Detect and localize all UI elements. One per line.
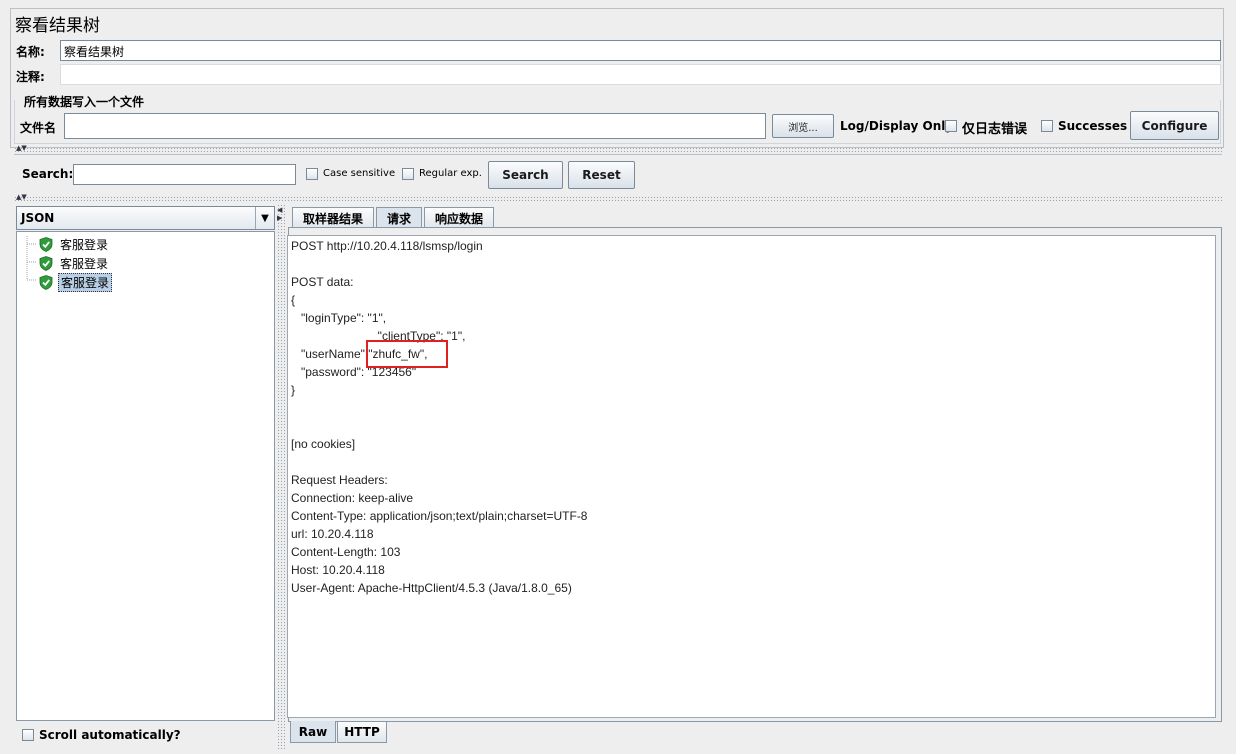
scroll-auto-checkbox[interactable] <box>22 729 34 741</box>
request-line: User-Agent: Apache-HttpClient/4.5.3 (Jav… <box>291 581 572 595</box>
splitter-vertical[interactable] <box>277 204 285 750</box>
splitter-top[interactable] <box>14 147 1222 153</box>
successes-checkbox[interactable] <box>1041 120 1053 132</box>
renderer-select-value: JSON <box>21 211 55 225</box>
comment-input[interactable] <box>60 64 1221 85</box>
request-line <box>291 453 1212 471</box>
request-line: { <box>291 293 296 307</box>
bottom-tab-1[interactable]: HTTP <box>337 721 387 743</box>
highlight-box <box>366 340 448 368</box>
tree-item[interactable]: 客服登录 <box>39 235 110 253</box>
tree-item[interactable]: 客服登录 <box>39 272 113 292</box>
chevron-down-icon[interactable]: ▼ <box>255 207 274 229</box>
configure-button[interactable]: Configure <box>1130 111 1219 140</box>
bottom-tab-0[interactable]: Raw <box>290 721 336 743</box>
case-sensitive-checkbox[interactable] <box>306 168 318 180</box>
search-input[interactable] <box>73 164 296 185</box>
tab-1[interactable]: 请求 <box>376 207 422 228</box>
case-sensitive-label: Case sensitive <box>323 168 396 179</box>
file-group-title: 所有数据写入一个文件 <box>22 93 147 110</box>
request-line: } <box>291 383 296 397</box>
request-line: POST data: <box>291 275 354 289</box>
search-button[interactable]: Search <box>488 161 563 189</box>
collapse-left-icon[interactable]: ◀ ▶ <box>277 206 282 222</box>
tree-item-label: 客服登录 <box>60 256 109 271</box>
request-line: url: 10.20.4.118 <box>291 527 374 541</box>
request-line: Host: 10.20.4.118 <box>291 563 385 577</box>
tab-2[interactable]: 响应数据 <box>424 207 494 228</box>
shield-check-icon <box>39 255 53 271</box>
request-line: Content-Length: 103 <box>291 545 401 559</box>
search-label: Search: <box>22 167 74 181</box>
tree-item-label: 客服登录 <box>58 272 113 292</box>
log-display-label: Log/Display Only: <box>840 119 958 133</box>
name-input[interactable]: 察看结果树 <box>60 40 1221 61</box>
request-line: Connection: keep-alive <box>291 491 414 505</box>
shield-check-icon <box>39 274 53 290</box>
splitter-middle[interactable] <box>14 196 1222 202</box>
collapse-arrows-icon[interactable]: ▲▼ <box>16 193 27 201</box>
errors-only-label: 仅日志错误 <box>962 122 1028 137</box>
request-text-area[interactable]: POST http://10.20.4.118/lsmsp/login POST … <box>287 235 1216 718</box>
regex-label: Regular exp. <box>419 168 482 179</box>
results-tree: 客服登录 客服登录 客服登录 <box>16 231 275 721</box>
request-line: [no cookies] <box>291 437 356 451</box>
request-line: Request Headers: <box>291 473 388 487</box>
request-line <box>291 417 1212 435</box>
request-line <box>291 399 1212 417</box>
name-label: 名称: <box>16 45 45 59</box>
request-line: "loginType": "1", <box>291 311 387 325</box>
tree-item[interactable]: 客服登录 <box>39 254 110 272</box>
regex-checkbox[interactable] <box>402 168 414 180</box>
shield-check-icon <box>39 236 53 252</box>
successes-label: Successes <box>1058 119 1128 133</box>
browse-button[interactable]: 浏览... <box>772 114 834 138</box>
reset-button[interactable]: Reset <box>568 161 635 189</box>
file-name-input[interactable] <box>64 113 766 139</box>
request-line: Content-Type: application/json;text/plai… <box>291 509 588 523</box>
page-title: 察看结果树 <box>15 16 100 36</box>
request-line <box>291 255 1212 273</box>
comment-label: 注释: <box>16 70 45 84</box>
request-line: POST http://10.20.4.118/lsmsp/login <box>291 239 483 253</box>
file-name-label: 文件名 <box>20 121 57 135</box>
tree-item-label: 客服登录 <box>60 237 109 252</box>
tab-0[interactable]: 取样器结果 <box>292 207 374 228</box>
errors-only-checkbox[interactable] <box>945 120 957 132</box>
collapse-arrows-icon[interactable]: ▲▼ <box>16 144 27 152</box>
renderer-select[interactable]: JSON ▼ <box>16 206 275 230</box>
scroll-auto-label: Scroll automatically? <box>39 728 181 742</box>
